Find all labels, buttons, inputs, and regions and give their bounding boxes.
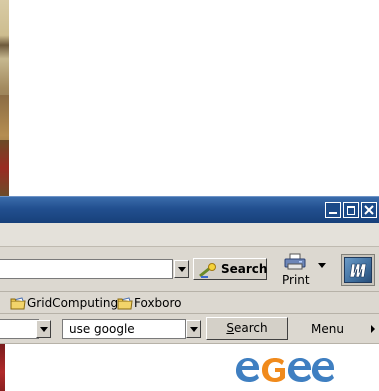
navigation-toolbar: Search Print	[0, 247, 379, 292]
search-toolbar: use google Search Menu	[0, 314, 379, 344]
title-bar[interactable]	[0, 196, 379, 223]
toolbar-search-button[interactable]: Search	[206, 317, 288, 340]
search-button-label: Search	[221, 262, 268, 276]
search-icon	[199, 262, 219, 284]
search-button-text: earch	[234, 321, 268, 335]
search-terms-input[interactable]	[0, 319, 39, 339]
print-button-label: Print	[282, 273, 310, 287]
search-terms-dropdown-button[interactable]	[36, 320, 51, 338]
address-dropdown-button[interactable]	[174, 260, 189, 278]
desktop-background-bottom	[0, 140, 9, 196]
print-dropdown-arrow-icon[interactable]	[318, 263, 326, 268]
page-content	[0, 344, 379, 391]
maximize-icon[interactable]	[343, 202, 359, 218]
browser-window: Search Print GridComputing Foxboro use g…	[0, 196, 379, 391]
search-engine-dropdown-button[interactable]	[186, 320, 201, 338]
bookmark-label: GridComputing	[27, 296, 119, 310]
folder-icon	[117, 297, 133, 314]
bookmarks-toolbar: GridComputing Foxboro	[0, 292, 379, 314]
minimize-icon[interactable]	[325, 202, 341, 218]
browser-logo-button[interactable]	[341, 254, 375, 286]
mozilla-logo-icon	[344, 257, 372, 283]
folder-icon	[10, 297, 26, 314]
menu-bar	[0, 223, 379, 247]
printer-icon	[284, 253, 306, 274]
search-engine-select[interactable]: use google	[62, 319, 186, 339]
search-button[interactable]: Search	[193, 258, 267, 280]
close-icon[interactable]	[361, 202, 377, 218]
toolbar-menu-button[interactable]: Menu	[311, 322, 344, 336]
page-left-edge	[0, 344, 5, 391]
desktop-background-strip	[0, 0, 9, 196]
address-input[interactable]	[0, 259, 173, 279]
bookmark-label: Foxboro	[134, 296, 182, 310]
search-button-accelerator: S	[226, 321, 234, 335]
chevron-right-icon[interactable]	[371, 325, 375, 333]
egee-logo	[232, 347, 334, 390]
print-button[interactable]: Print	[279, 253, 313, 289]
